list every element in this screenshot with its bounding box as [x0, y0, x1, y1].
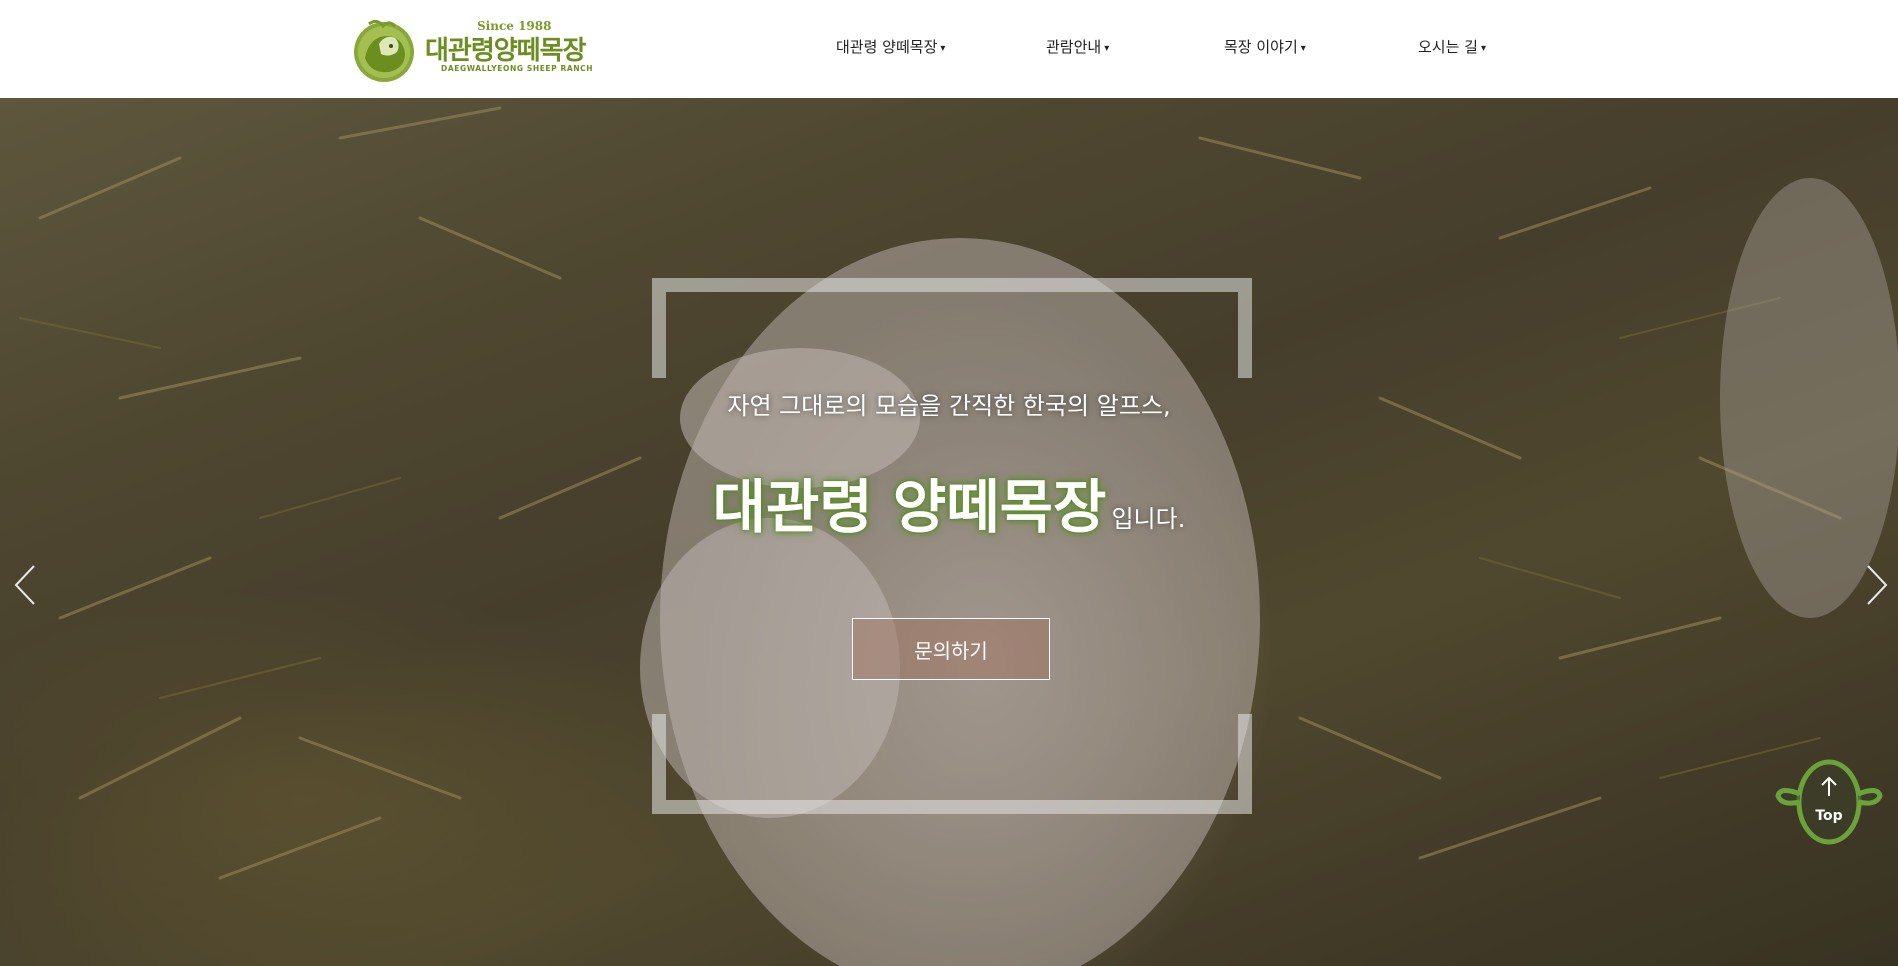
nav-item-label: 오시는 길 — [1418, 38, 1478, 56]
nav-item-label: 목장 이야기 — [1224, 38, 1298, 56]
chevron-down-icon: ▾ — [1480, 43, 1486, 54]
sheep-head-icon — [1775, 759, 1883, 845]
chevron-right-icon — [1867, 565, 1888, 605]
chevron-down-icon: ▾ — [1300, 43, 1306, 54]
nav-item-label: 대관령 양떼목장 — [836, 38, 938, 56]
nav-item-ranch[interactable]: 대관령 양떼목장 ▾ — [836, 36, 945, 57]
hero-tagline: 자연 그대로의 모습을 간직한 한국의 알프스, — [727, 392, 1171, 420]
nav-item-directions[interactable]: 오시는 길 ▾ — [1418, 36, 1486, 57]
nav-item-guide[interactable]: 관람안내 ▾ — [1046, 36, 1109, 57]
logo-title: 대관령양떼목장 — [425, 36, 586, 66]
frame-top — [652, 278, 1252, 378]
frame-bottom — [652, 714, 1252, 814]
hero-title-suffix: 입니다. — [1111, 505, 1186, 533]
logo-subtitle: DAEGWALLYEONG SHEEP RANCH — [441, 64, 594, 73]
scroll-top-button[interactable]: Top — [1774, 756, 1884, 846]
inquiry-button[interactable]: 문의하기 — [852, 618, 1050, 680]
site-logo[interactable]: Since 1988 대관령양떼목장 DAEGWALLYEONG SHEEP R… — [349, 12, 594, 84]
hero-heading: 대관령 양떼목장 입니다. — [0, 460, 1898, 544]
chevron-left-icon — [14, 565, 35, 605]
slider-next-button[interactable] — [1860, 560, 1894, 610]
scroll-top-label: Top — [1815, 808, 1843, 824]
hero-slider: 자연 그대로의 모습을 간직한 한국의 알프스, 대관령 양떼목장 입니다. 문… — [0, 98, 1898, 966]
chevron-down-icon: ▾ — [1104, 43, 1110, 54]
nav-item-label: 관람안내 — [1046, 38, 1102, 56]
hero-title: 대관령 양떼목장 — [712, 473, 1107, 541]
site-header: Since 1988 대관령양떼목장 DAEGWALLYEONG SHEEP R… — [0, 0, 1898, 98]
chevron-down-icon: ▾ — [940, 43, 946, 54]
sheep-emblem-icon — [354, 19, 414, 82]
slider-prev-button[interactable] — [8, 560, 42, 610]
nav-item-story[interactable]: 목장 이야기 ▾ — [1224, 36, 1306, 57]
